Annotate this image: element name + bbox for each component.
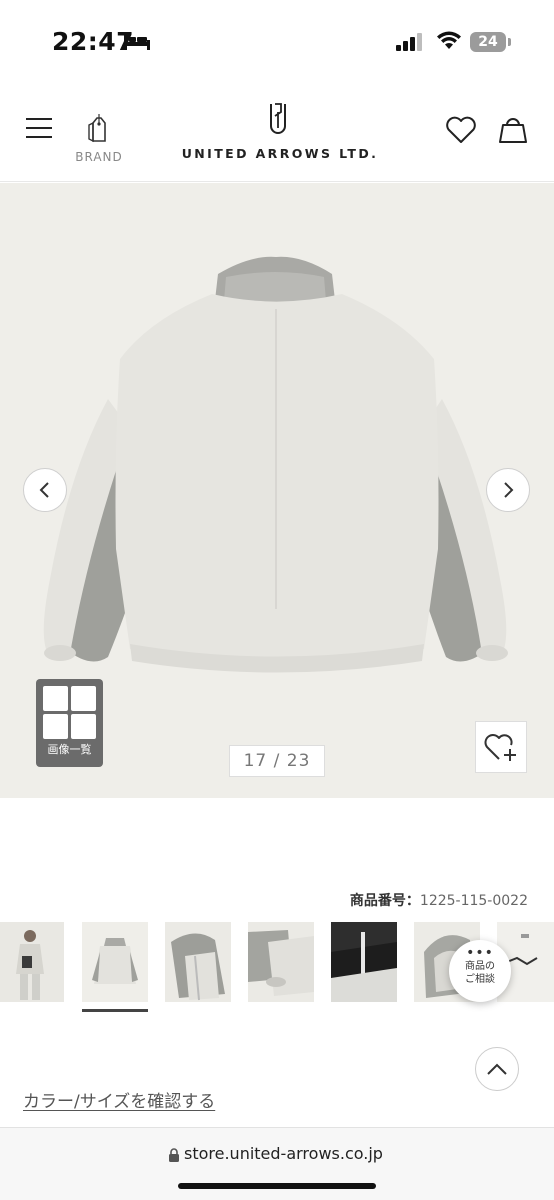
battery-tip [508,38,511,46]
brand-nav-button[interactable]: BRAND [70,112,128,168]
heart-plus-icon [484,734,516,761]
next-image-button[interactable] [486,468,530,512]
url-text[interactable]: store.united-arrows.co.jp [184,1144,383,1163]
image-list-label: 画像一覧 [47,743,92,756]
wifi-icon [437,31,461,49]
image-counter: 17 / 23 [229,745,325,777]
brand-label: BRAND [75,150,123,164]
chevron-left-icon [39,482,49,498]
logo-mark[interactable] [266,102,290,138]
thumbnail-4[interactable] [248,922,314,1002]
product-image-jacket-back [43,256,508,673]
heart-icon[interactable] [445,116,477,144]
consult-dots-icon: ••• [466,945,494,961]
lock-icon [169,1148,179,1162]
battery-indicator: 24 [470,32,506,52]
product-gallery[interactable]: 画像一覧 17 / 23 [0,183,554,798]
product-number: 商品番号：1225-115-0022 [350,890,528,910]
logo-text[interactable]: UNITED ARROWS LTD. [140,146,420,161]
status-bar: 22:47 24 [0,0,554,80]
battery-level: 24 [478,34,498,50]
bed-icon [124,34,150,50]
chevron-up-icon [487,1063,507,1075]
signal-icon [396,33,422,51]
add-favorite-button[interactable] [475,721,527,773]
status-time: 22:47 [52,27,135,56]
browser-address-bar[interactable]: store.united-arrows.co.jp [0,1127,554,1200]
chevron-right-icon [504,482,514,498]
thumbnail-active-indicator [82,1009,148,1012]
bag-icon[interactable] [498,116,528,144]
menu-icon[interactable] [26,118,54,140]
consult-line-2: ご相談 [465,974,495,985]
product-consult-button[interactable]: ••• 商品の ご相談 [449,940,511,1002]
previous-image-button[interactable] [23,468,67,512]
consult-line-1: 商品の [465,961,495,972]
thumbnail-3[interactable] [165,922,231,1002]
home-indicator [178,1183,376,1189]
thumbnail-1[interactable] [0,922,64,1002]
brand-tag-icon [88,114,106,143]
thumbnail-2[interactable] [82,922,148,1002]
color-size-link[interactable]: カラー/サイズを確認する [23,1087,215,1112]
scroll-to-top-button[interactable] [475,1047,519,1091]
product-number-value: 1225-115-0022 [419,893,528,909]
thumbnail-5[interactable] [331,922,397,1002]
product-number-label: 商品番号： [349,893,420,909]
site-header: BRAND UNITED ARROWS LTD. [0,80,554,182]
image-list-button[interactable]: 画像一覧 [36,679,103,767]
